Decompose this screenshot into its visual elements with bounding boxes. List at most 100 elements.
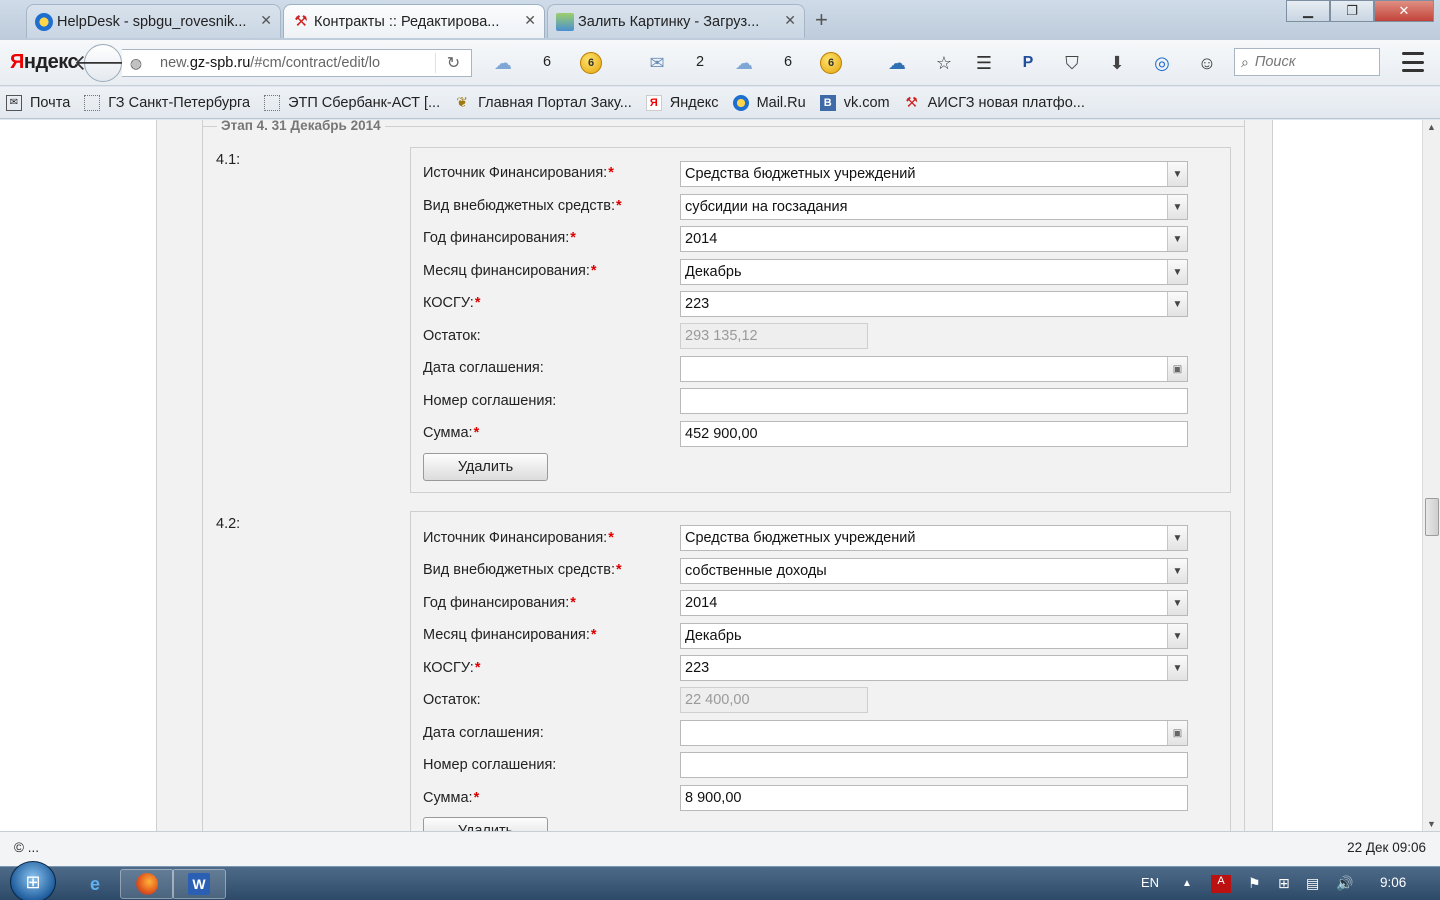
extra-type-select[interactable]: собственные доходы ▼ xyxy=(680,558,1188,584)
p-extension-icon[interactable]: P xyxy=(1016,52,1040,74)
bookmark-label: Главная Портал Заку... xyxy=(478,94,632,111)
weather-icon[interactable]: ☁ xyxy=(885,52,909,74)
bookmark-sberbank-ast[interactable]: ЭТП Сбербанк-АСТ [... xyxy=(264,94,440,111)
taskbar-firefox[interactable] xyxy=(120,869,174,899)
select-value: Декабрь xyxy=(685,264,742,280)
chat-icon[interactable]: ☺ xyxy=(1195,52,1219,74)
new-tab-button[interactable]: + xyxy=(815,7,828,33)
taskbar-word[interactable]: W xyxy=(172,869,226,899)
yandex-logo[interactable]: Яндекс xyxy=(10,51,79,74)
sum-field[interactable]: 452 900,00 xyxy=(680,421,1188,447)
required-mark: * xyxy=(473,425,480,441)
row-kosgu: КОСГУ: * xyxy=(423,654,480,682)
reload-icon[interactable]: ↻ xyxy=(435,53,471,73)
pocket-icon[interactable]: ⛉ xyxy=(1060,52,1084,74)
download-icon[interactable]: ⬇ xyxy=(1105,52,1129,74)
scroll-thumb[interactable] xyxy=(1425,498,1439,536)
source-select[interactable]: Средства бюджетных учреждений ▼ xyxy=(680,525,1188,551)
label-kosgu: КОСГУ: xyxy=(423,660,474,676)
star-icon[interactable]: ☆ xyxy=(932,52,956,74)
bookmark-mail[interactable]: ✉ Почта xyxy=(6,94,70,111)
select-value: Средства бюджетных учреждений xyxy=(685,166,916,182)
kosgu-select[interactable]: 223 ▼ xyxy=(680,655,1188,681)
bookmark-aisgz[interactable]: ⚒ АИСГЗ новая платфо... xyxy=(904,94,1085,111)
network-icon[interactable]: ▤ xyxy=(1306,875,1319,892)
coin-icon[interactable]: 6 xyxy=(819,52,843,74)
firefox-icon xyxy=(136,873,158,895)
agreement-date-field[interactable]: ▣ xyxy=(680,720,1188,746)
status-datetime: 22 Дек 09:06 xyxy=(1347,840,1426,855)
row-agreement-date: Дата соглашения: xyxy=(423,719,544,747)
minimize-button[interactable]: ▁ xyxy=(1286,0,1330,22)
tab-contracts[interactable]: ⚒ Контракты :: Редактирова... ✕ xyxy=(283,4,545,38)
search-input[interactable]: ⌕ Поиск xyxy=(1234,48,1380,76)
close-icon[interactable]: ✕ xyxy=(524,12,536,29)
calendar-icon[interactable]: ▣ xyxy=(1167,721,1187,745)
cloud-icon[interactable]: ☁ xyxy=(732,52,756,74)
delete-button[interactable]: Удалить xyxy=(423,453,548,481)
tab-helpdesk[interactable]: HelpDesk - spbgu_rovesnik... ✕ xyxy=(26,4,281,38)
calendar-icon[interactable]: ▣ xyxy=(1167,357,1187,381)
menu-icon[interactable] xyxy=(1402,52,1424,72)
bookmark-zakupki[interactable]: ❦ Главная Портал Заку... xyxy=(454,94,632,111)
required-mark: * xyxy=(473,790,480,806)
year-select[interactable]: 2014 ▼ xyxy=(680,226,1188,252)
balance-value: 293 135,12 xyxy=(685,328,758,344)
row-sum: Сумма: * xyxy=(423,784,479,812)
extra-type-select[interactable]: субсидии на госзадания ▼ xyxy=(680,194,1188,220)
bookmark-vk[interactable]: Вvk.com xyxy=(819,94,890,111)
address-bar[interactable]: ◍ new.gz-spb.ru/#cm/contract/edit/lo ↻ xyxy=(122,49,472,77)
mailru-agent-icon[interactable]: ◎ xyxy=(1150,52,1174,74)
close-icon[interactable]: ✕ xyxy=(260,12,272,29)
bookmark-yandex[interactable]: Я Яндекс xyxy=(645,94,719,111)
emblem-icon: ❦ xyxy=(456,94,468,110)
required-mark: * xyxy=(608,165,614,181)
chevron-down-icon[interactable]: ▼ xyxy=(1167,260,1187,284)
flag-icon[interactable]: ⚑ xyxy=(1248,875,1261,892)
bookmark-gz-spb[interactable]: ГЗ Санкт-Петербурга xyxy=(84,94,250,111)
coin-icon[interactable]: 6 xyxy=(579,52,603,74)
month-select[interactable]: Декабрь ▼ xyxy=(680,623,1188,649)
url-text[interactable]: new.gz-spb.ru/#cm/contract/edit/lo xyxy=(150,55,435,71)
globe-icon: ◍ xyxy=(129,54,143,71)
chevron-down-icon[interactable]: ▼ xyxy=(1167,624,1187,648)
agreement-date-field[interactable]: ▣ xyxy=(680,356,1188,382)
volume-icon[interactable]: 🔊 xyxy=(1336,875,1353,892)
back-button[interactable]: 🡐 xyxy=(74,44,133,82)
source-select[interactable]: Средства бюджетных учреждений ▼ xyxy=(680,161,1188,187)
agreement-number-field[interactable] xyxy=(680,388,1188,414)
chevron-down-icon[interactable]: ▼ xyxy=(1167,292,1187,316)
close-icon[interactable]: ✕ xyxy=(784,12,796,29)
month-select[interactable]: Декабрь ▼ xyxy=(680,259,1188,285)
kosgu-select[interactable]: 223 ▼ xyxy=(680,291,1188,317)
page-scrollbar[interactable]: ▲ ▼ xyxy=(1422,120,1440,831)
chevron-down-icon[interactable]: ▼ xyxy=(1167,526,1187,550)
chevron-down-icon[interactable]: ▼ xyxy=(1167,559,1187,583)
cloud-icon[interactable]: ☁ xyxy=(491,52,515,74)
tab-title: HelpDesk - spbgu_rovesnik... xyxy=(57,13,247,30)
language-indicator[interactable]: EN xyxy=(1141,875,1159,890)
scroll-up-icon[interactable]: ▲ xyxy=(1427,122,1436,132)
tray-clock[interactable]: 9:06 xyxy=(1380,875,1406,890)
chevron-down-icon[interactable]: ▼ xyxy=(1167,162,1187,186)
scroll-down-icon[interactable]: ▼ xyxy=(1427,819,1436,829)
taskbar-ie[interactable]: e xyxy=(68,869,122,899)
delete-button[interactable]: Удалить xyxy=(423,817,548,831)
chevron-down-icon[interactable]: ▼ xyxy=(1167,591,1187,615)
reading-list-icon[interactable]: ☰ xyxy=(972,52,996,74)
chevron-down-icon[interactable]: ▼ xyxy=(1167,227,1187,251)
sum-field[interactable]: 8 900,00 xyxy=(680,785,1188,811)
agreement-number-field[interactable] xyxy=(680,752,1188,778)
windows-icon[interactable]: ⊞ xyxy=(1278,875,1290,892)
mail-icon[interactable]: ✉ xyxy=(645,52,669,74)
maximize-button[interactable]: ❐ xyxy=(1330,0,1374,22)
chevron-down-icon[interactable]: ▼ xyxy=(1167,656,1187,680)
bookmark-mailru[interactable]: Mail.Ru xyxy=(732,94,806,111)
year-select[interactable]: 2014 ▼ xyxy=(680,590,1188,616)
chevron-down-icon[interactable]: ▼ xyxy=(1167,195,1187,219)
tab-upload-image[interactable]: Залить Картинку - Загруз... ✕ xyxy=(547,4,805,38)
start-button[interactable]: ⊞ xyxy=(10,861,56,900)
acrobat-icon[interactable]: A xyxy=(1211,875,1231,893)
tray-expand-icon[interactable]: ▲ xyxy=(1182,878,1192,889)
close-window-button[interactable]: ✕ xyxy=(1374,0,1434,22)
